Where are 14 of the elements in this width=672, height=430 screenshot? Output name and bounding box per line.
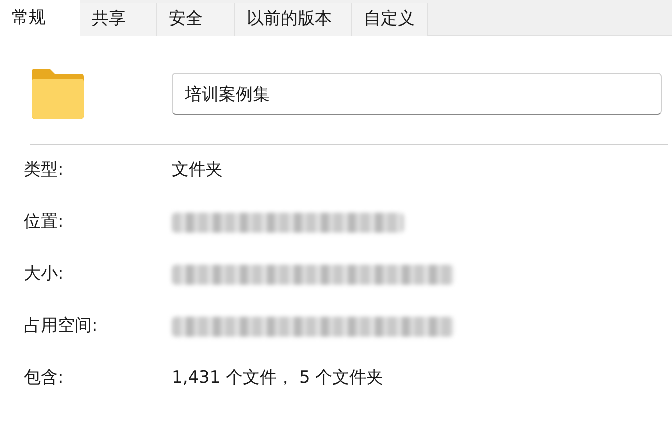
property-label: 位置:: [23, 211, 65, 234]
folder-icon: [30, 68, 86, 120]
tab[interactable]: 自定义: [352, 3, 428, 36]
property-label: 占用空间:: [23, 315, 99, 338]
name-field[interactable]: 培训案例集: [172, 73, 662, 115]
property-value: 文件夹: [172, 159, 223, 182]
tab[interactable]: 常规: [0, 0, 80, 37]
tab[interactable]: 共享: [80, 3, 157, 36]
property-label: 类型:: [23, 159, 65, 182]
property-value: 1,431 个文件， 5 个文件夹: [172, 367, 384, 390]
property-label: 大小:: [23, 263, 65, 286]
tab[interactable]: 安全: [157, 3, 235, 36]
property-label: 包含:: [23, 367, 65, 390]
tab[interactable]: 以前的版本: [235, 3, 352, 36]
